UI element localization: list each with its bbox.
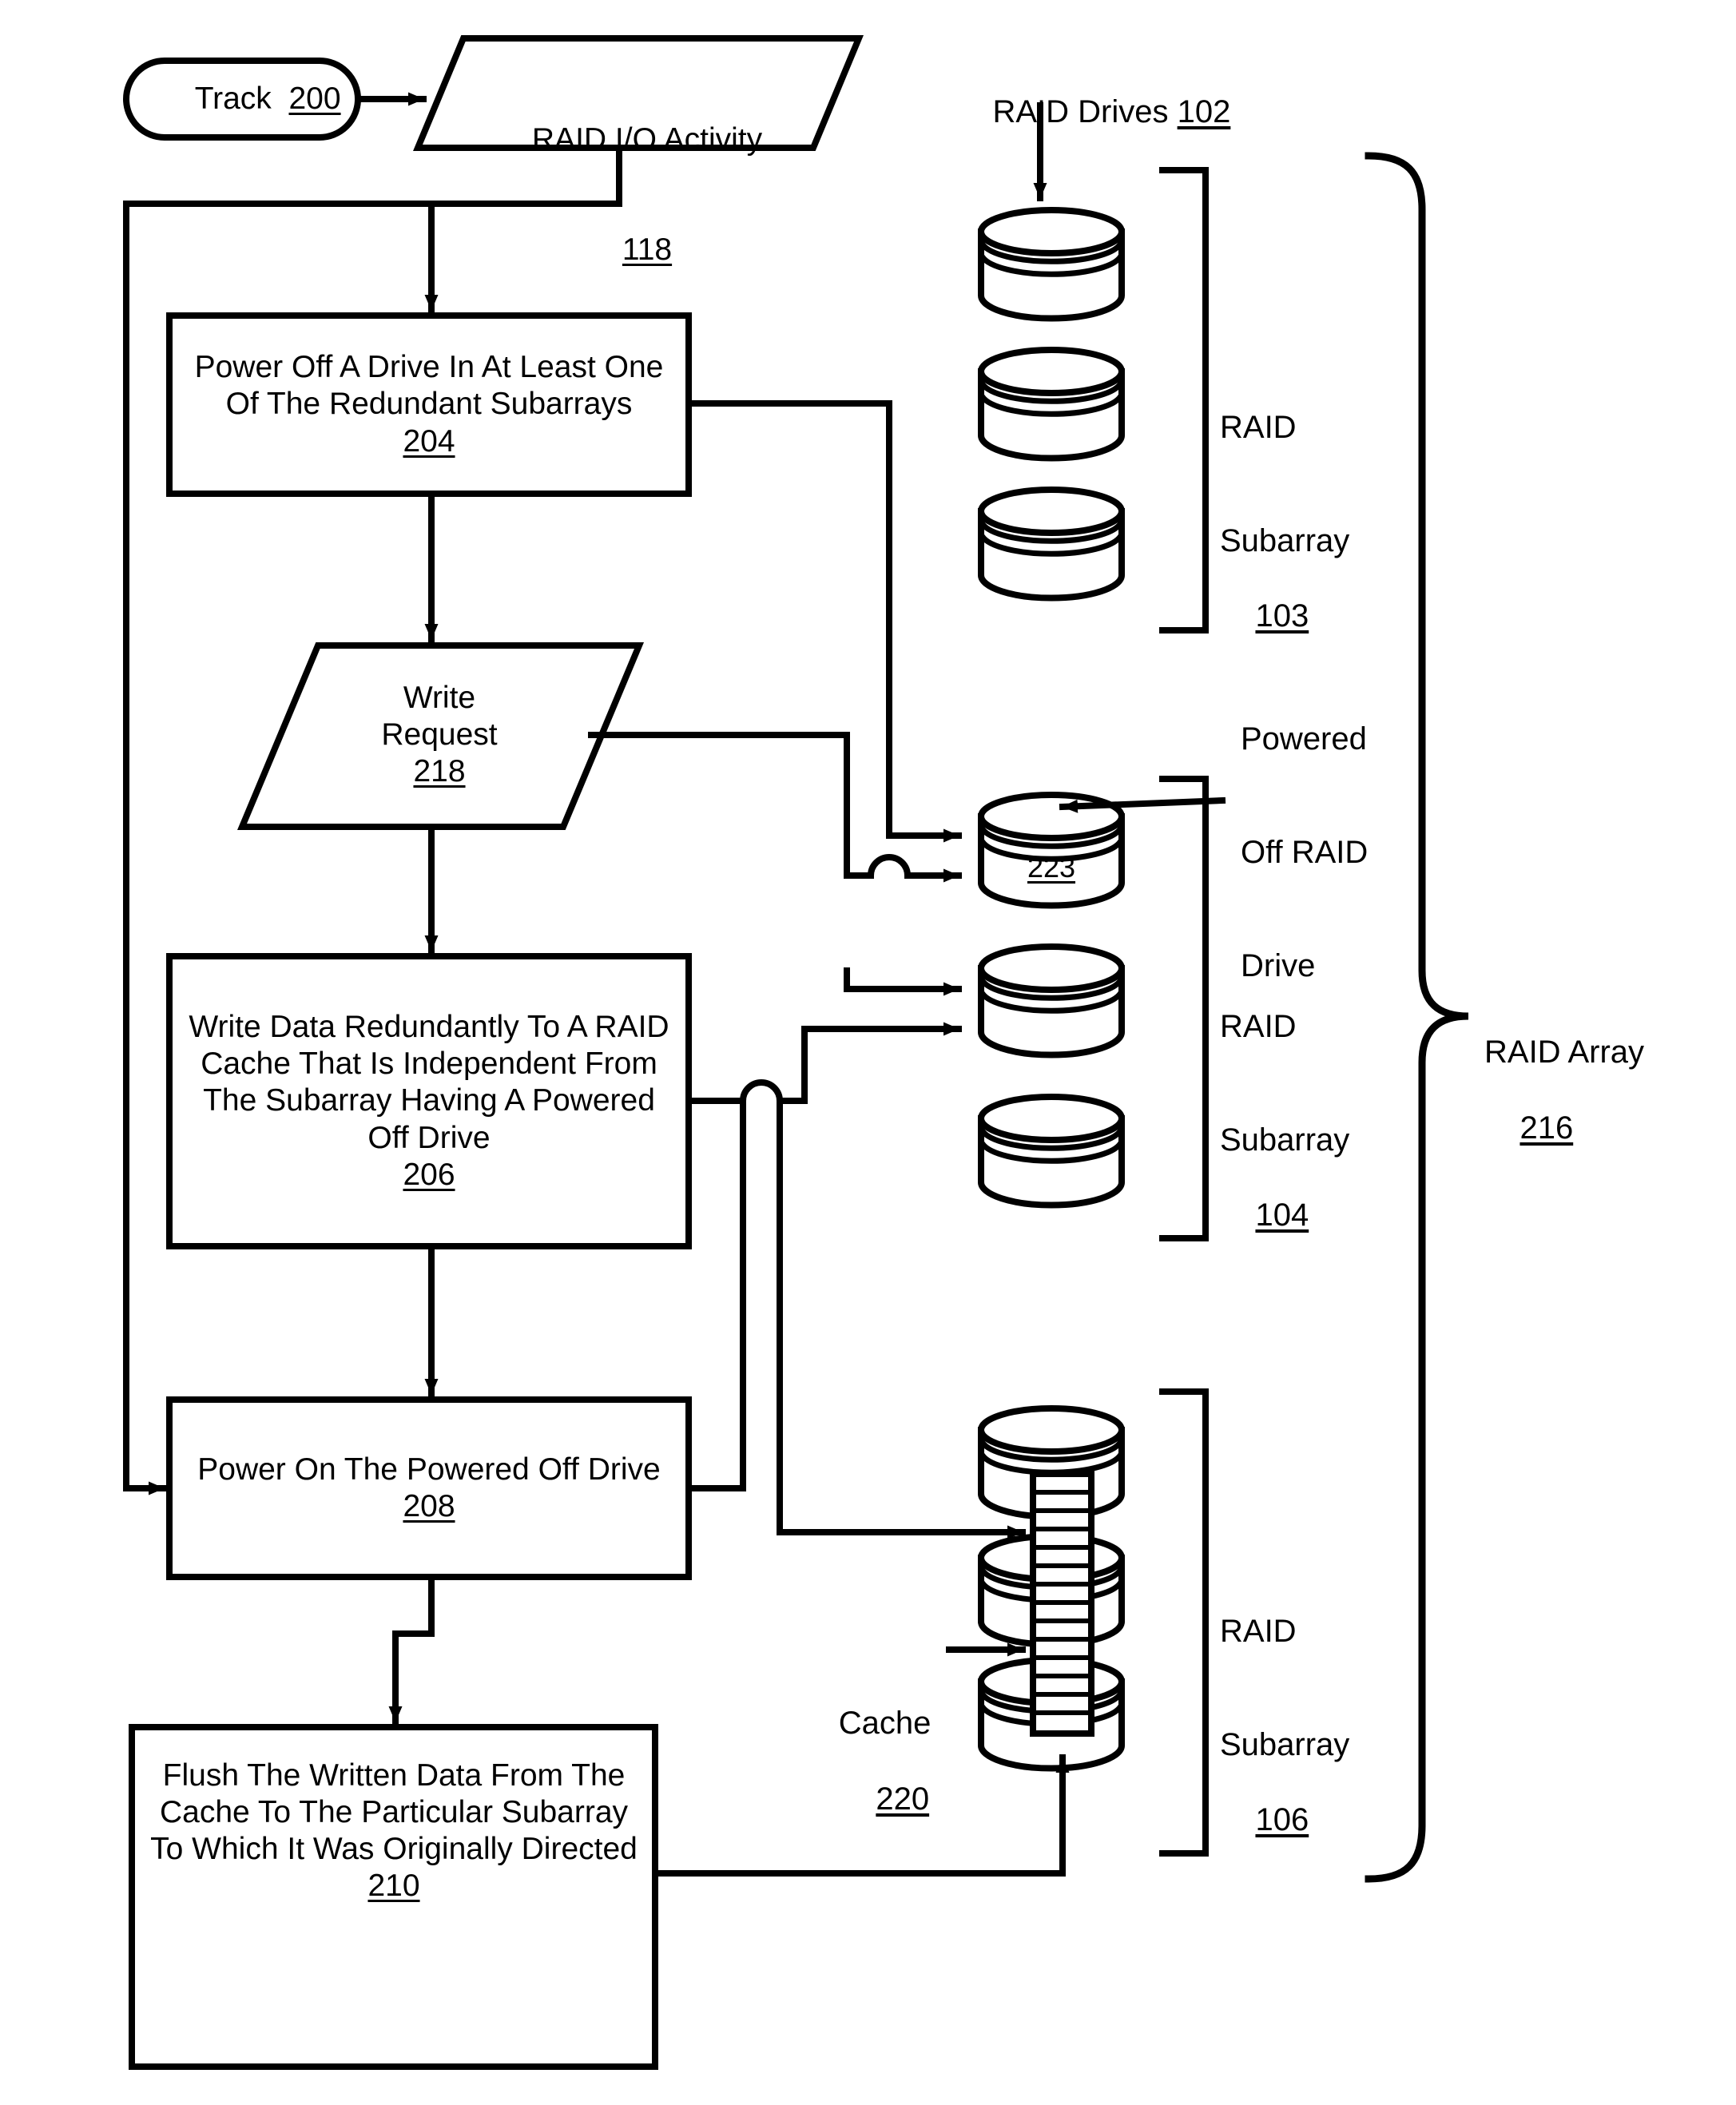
connector-206-to-disk104b bbox=[844, 967, 962, 996]
box-206-label: Write Data Redundantly To A RAID Cache T… bbox=[182, 960, 676, 1242]
connector-204-to-disk223 bbox=[685, 400, 962, 843]
connector-208-to-cacherail bbox=[685, 1098, 746, 1491]
cache-label: Cache 220 bbox=[823, 1630, 947, 1856]
connector-218-to-disk223 bbox=[588, 732, 874, 879]
subarray-103-line2: Subarray bbox=[1220, 522, 1350, 558]
box-204-ref: 204 bbox=[403, 423, 455, 459]
raid-array-ref: 216 bbox=[1519, 1110, 1574, 1146]
cache-text: Cache bbox=[838, 1706, 932, 1742]
write-request-text-1: Write bbox=[403, 680, 476, 715]
subarray-106-line1: RAID bbox=[1220, 1614, 1297, 1650]
disk-104-c bbox=[978, 1094, 1125, 1209]
connector-208-to-210 bbox=[388, 1574, 435, 1725]
bracket-subarray-104 bbox=[1159, 776, 1209, 1241]
raid-array-label: RAID Array 216 bbox=[1484, 959, 1724, 1185]
subarray-104-line2: Subarray bbox=[1220, 1122, 1350, 1158]
box-210-text: Flush The Written Data From The Cache To… bbox=[150, 1758, 638, 1867]
connector-206-rail bbox=[777, 1022, 962, 1104]
box-208-label: Power On The Powered Off Drive 208 bbox=[182, 1404, 676, 1573]
bracket-subarray-103 bbox=[1159, 167, 1209, 633]
subarray-103-label: RAID Subarray 103 bbox=[1220, 334, 1428, 673]
subarray-104-ref: 104 bbox=[1255, 1197, 1309, 1233]
subarray-106-label: RAID Subarray 106 bbox=[1220, 1538, 1428, 1877]
disk-103-c bbox=[978, 487, 1125, 602]
box-208-text: Power On The Powered Off Drive bbox=[197, 1452, 661, 1487]
subarray-106-line2: Subarray bbox=[1220, 1726, 1350, 1762]
box-206-text: Write Data Redundantly To A RAID Cache T… bbox=[189, 1010, 669, 1155]
raid-drives-text: RAID Drives bbox=[992, 94, 1169, 130]
io-activity-ref: 118 bbox=[622, 232, 673, 268]
powered-off-line1: Powered bbox=[1241, 721, 1367, 757]
raid-array-text: RAID Array bbox=[1484, 1035, 1645, 1070]
write-request-ref: 218 bbox=[413, 754, 466, 788]
bracket-subarray-106 bbox=[1159, 1388, 1209, 1857]
box-206-ref: 206 bbox=[403, 1157, 455, 1192]
subarray-103-ref: 103 bbox=[1255, 598, 1309, 634]
disk-223-ref: 223 bbox=[1027, 851, 1076, 884]
start-terminator-label: Track 200 bbox=[126, 61, 358, 137]
box-204-label: Power Off A Drive In At Least One Of The… bbox=[182, 320, 676, 490]
write-request-label: Write Request 218 bbox=[296, 655, 583, 815]
cache-220-shape bbox=[1030, 1471, 1094, 1737]
patent-figure: Track 200 RAID I/O Activity 118 Power Of… bbox=[0, 0, 1736, 2105]
connector-206-hop bbox=[739, 1079, 784, 1105]
box-204-text: Power Off A Drive In At Least One Of The… bbox=[194, 350, 664, 422]
io-activity-label: RAID I/O Activity 118 bbox=[459, 48, 835, 342]
subarray-103-line1: RAID bbox=[1220, 410, 1297, 446]
write-request-text-2: Request bbox=[381, 717, 498, 752]
box-208-ref: 208 bbox=[403, 1489, 455, 1523]
raid-drives-ref: 102 bbox=[1177, 94, 1231, 130]
start-ref: 200 bbox=[288, 81, 341, 116]
cache-ref: 220 bbox=[876, 1781, 930, 1817]
subarray-104-label: RAID Subarray 104 bbox=[1220, 933, 1428, 1273]
disk-103-a bbox=[978, 207, 1125, 322]
io-activity-text: RAID I/O Activity bbox=[531, 122, 763, 157]
raid-drives-label: RAID Drives 102 bbox=[957, 56, 1245, 169]
connector-218-hop bbox=[867, 854, 912, 880]
disk-104-b bbox=[978, 943, 1125, 1058]
disk-103-b bbox=[978, 347, 1125, 462]
start-label: Track bbox=[194, 81, 272, 116]
subarray-104-line1: RAID bbox=[1220, 1009, 1297, 1045]
subarray-106-ref: 106 bbox=[1255, 1802, 1309, 1838]
box-210-label: Flush The Written Data From The Cache To… bbox=[145, 1757, 642, 1904]
box-210-ref: 210 bbox=[367, 1869, 420, 1904]
powered-off-line2: Off RAID bbox=[1241, 834, 1369, 870]
